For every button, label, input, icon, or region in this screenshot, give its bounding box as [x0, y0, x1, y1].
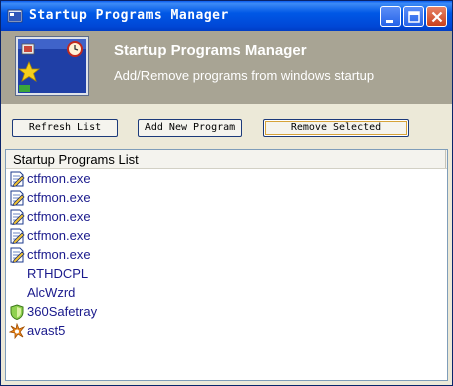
- list-item-label: RTHDCPL: [27, 266, 89, 281]
- document-pencil-icon: [10, 190, 25, 206]
- column-header-startup-programs[interactable]: Startup Programs List: [6, 150, 446, 168]
- list-item[interactable]: ctfmon.exe: [6, 246, 447, 265]
- list-item-label: AlcWzrd: [27, 285, 76, 300]
- list-item[interactable]: ctfmon.exe: [6, 170, 447, 189]
- avast-icon: [9, 323, 25, 339]
- list-item-label: avast5: [27, 323, 66, 338]
- startup-programs-list[interactable]: Startup Programs List ctfmon.exe ctfmon.…: [5, 149, 448, 381]
- column-header-label: Startup Programs List: [13, 152, 139, 167]
- title-bar[interactable]: Startup Programs Manager: [1, 1, 452, 31]
- app-logo-icon: [15, 36, 89, 96]
- list-item[interactable]: ctfmon.exe: [6, 227, 447, 246]
- list-item-label: 360Safetray: [27, 304, 98, 319]
- list-item[interactable]: avast5: [6, 322, 447, 341]
- list-item[interactable]: RTHDCPL: [6, 265, 447, 284]
- minimize-button[interactable]: [380, 6, 401, 27]
- list-item[interactable]: ctfmon.exe: [6, 189, 447, 208]
- app-window: Startup Programs Manager Startup Program…: [0, 0, 453, 386]
- document-pencil-icon: [10, 209, 25, 225]
- maximize-button[interactable]: [403, 6, 424, 27]
- list-item-label: ctfmon.exe: [27, 171, 91, 186]
- list-item[interactable]: 360Safetray: [6, 303, 447, 322]
- minimize-icon: [386, 20, 393, 23]
- close-icon: [431, 11, 443, 23]
- app-icon: [7, 9, 23, 23]
- window-title: Startup Programs Manager: [29, 8, 229, 23]
- document-pencil-icon: [10, 247, 25, 263]
- list-item-label: ctfmon.exe: [27, 228, 91, 243]
- banner: Startup Programs Manager Add/Remove prog…: [1, 31, 452, 104]
- banner-subtitle: Add/Remove programs from windows startup: [114, 68, 375, 83]
- shield-icon: [10, 304, 24, 320]
- list-item-label: ctfmon.exe: [27, 247, 91, 262]
- add-new-program-button[interactable]: Add New Program: [138, 119, 242, 137]
- banner-title: Startup Programs Manager: [114, 42, 307, 59]
- maximize-icon: [408, 11, 420, 23]
- list-item[interactable]: AlcWzrd: [6, 284, 447, 303]
- document-pencil-icon: [10, 228, 25, 244]
- remove-selected-button[interactable]: Remove Selected: [263, 119, 409, 137]
- list-item-label: ctfmon.exe: [27, 190, 91, 205]
- list-item[interactable]: ctfmon.exe: [6, 208, 447, 227]
- list-item-label: ctfmon.exe: [27, 209, 91, 224]
- list-header: Startup Programs List: [6, 150, 447, 169]
- refresh-list-button[interactable]: Refresh List: [12, 119, 118, 137]
- document-pencil-icon: [10, 171, 25, 187]
- close-button[interactable]: [426, 6, 447, 27]
